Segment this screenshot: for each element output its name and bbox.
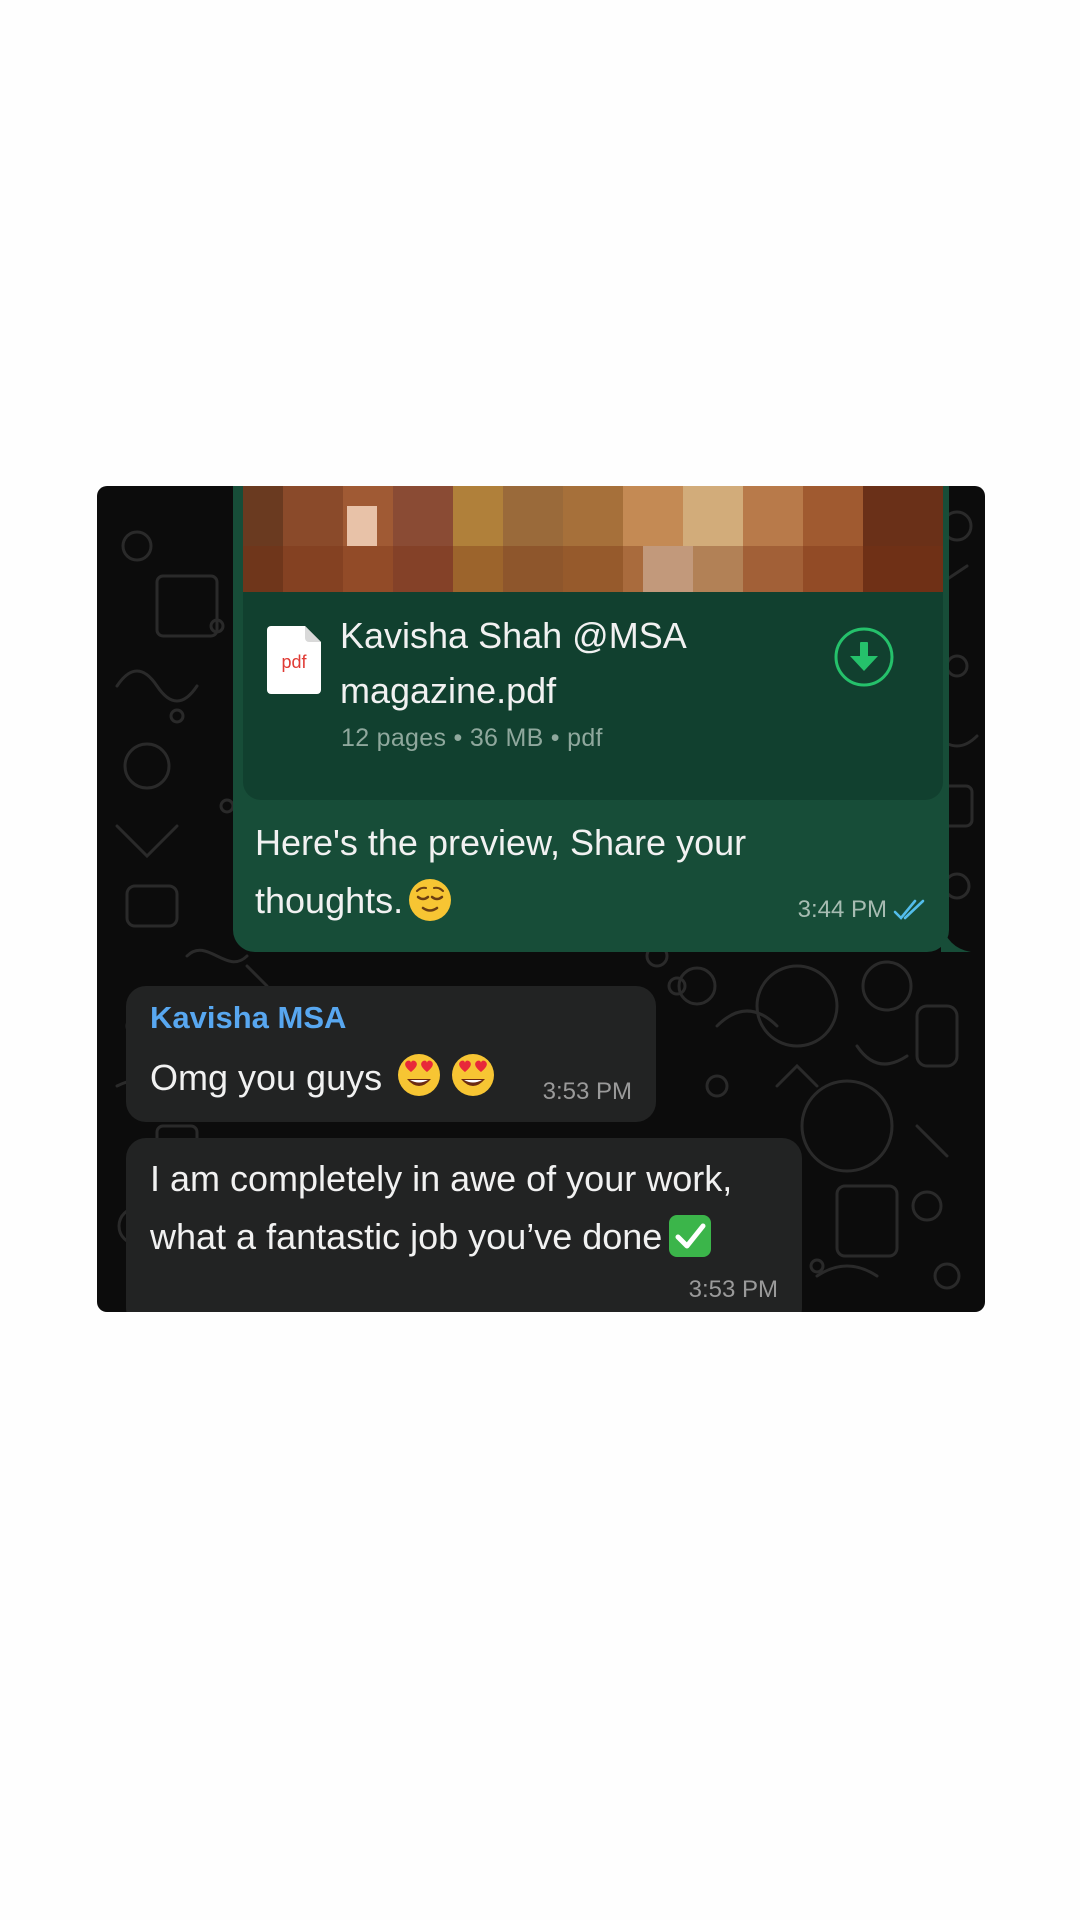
pdf-file-label: pdf <box>281 652 307 672</box>
heart-eyes-face-icon <box>398 1054 441 1096</box>
white-check-mark-icon <box>669 1215 712 1257</box>
sender-name[interactable]: Kavisha MSA <box>150 1000 346 1036</box>
chat-screenshot: pdf Kavisha Shah @MSA magazine.pdf 12 pa… <box>97 486 985 1312</box>
download-arrow-icon <box>834 627 894 687</box>
message-text-content: I am completely in awe of your work, wha… <box>150 1158 733 1257</box>
document-preview-image[interactable] <box>243 486 943 592</box>
message-text-content: Omg you guys <box>150 1057 383 1098</box>
download-button[interactable] <box>833 626 895 688</box>
message-timestamp: 3:53 PM <box>542 1078 632 1105</box>
message-timestamp: 3:53 PM <box>688 1276 778 1303</box>
outgoing-message-bubble[interactable]: pdf Kavisha Shah @MSA magazine.pdf 12 pa… <box>233 486 949 952</box>
message-caption: Here's the preview, Share your thoughts. <box>255 814 855 930</box>
message-text: Omg you guys <box>150 1052 496 1099</box>
caption-text: Here's the preview, Share your thoughts. <box>255 822 747 921</box>
incoming-message-bubble[interactable]: Kavisha MSA Omg you guys 3:53 PM <box>126 986 656 1122</box>
document-card[interactable]: pdf Kavisha Shah @MSA magazine.pdf 12 pa… <box>243 592 943 800</box>
document-meta: 12 pages • 36 MB • pdf <box>341 724 603 752</box>
document-file-name: Kavisha Shah @MSA magazine.pdf <box>340 615 685 711</box>
bubble-tail <box>941 922 971 952</box>
page: pdf Kavisha Shah @MSA magazine.pdf 12 pa… <box>0 0 1080 1920</box>
message-timestamp: 3:44 PM <box>797 896 887 923</box>
relieved-face-icon <box>409 879 452 921</box>
heart-eyes-face-icon <box>452 1054 495 1096</box>
incoming-message-bubble[interactable]: I am completely in awe of your work, wha… <box>126 1138 802 1312</box>
message-text: I am completely in awe of your work, wha… <box>150 1150 790 1266</box>
double-check-read-icon <box>893 899 925 920</box>
pdf-file-icon: pdf <box>267 626 321 694</box>
